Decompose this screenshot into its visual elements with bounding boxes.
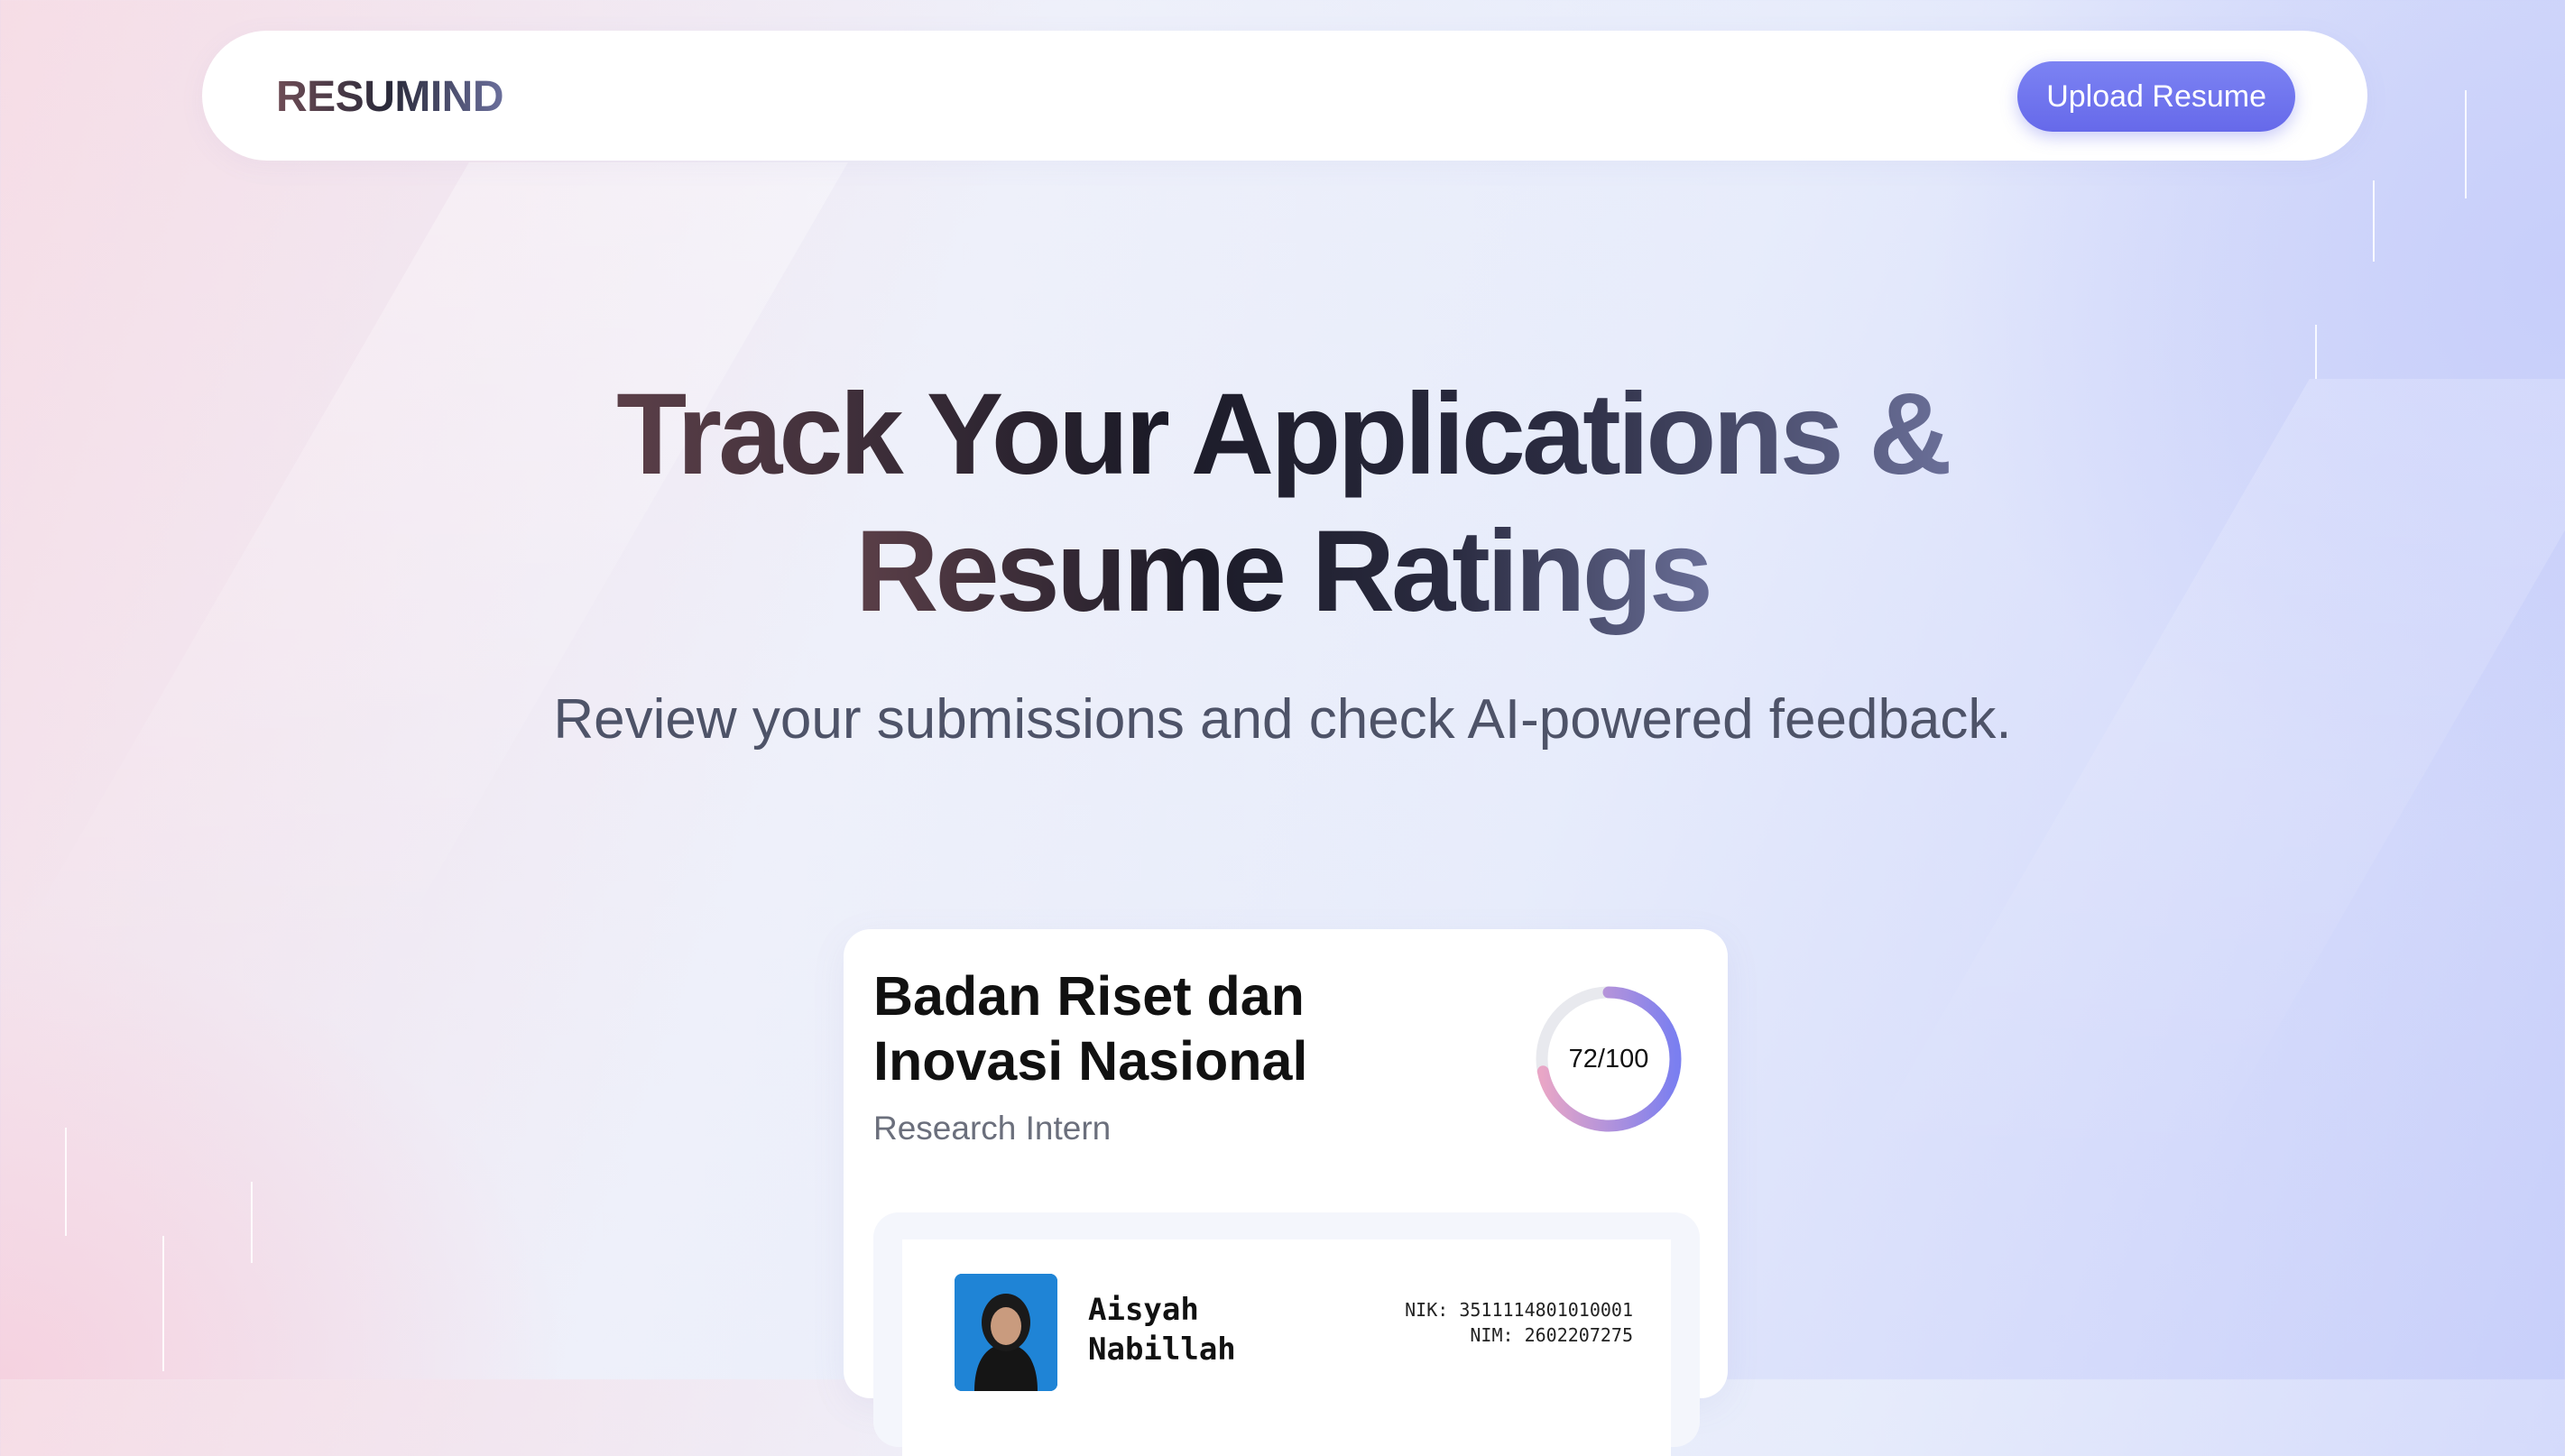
applicant-nik: NIK: 3511114801010001 (1405, 1299, 1633, 1321)
applicant-name: Aisyah Nabillah (1088, 1292, 1236, 1368)
resume-preview-page: Aisyah Nabillah NIK: 3511114801010001 NI… (902, 1239, 1671, 1456)
hero-title-line-2: Resume Ratings (855, 507, 1713, 636)
background-streak (162, 1236, 164, 1371)
hero-subtitle: Review your submissions and check AI-pow… (553, 688, 2012, 751)
company-name: Badan Riset dan Inovasi Nasional (873, 965, 1308, 1092)
resume-preview[interactable]: Aisyah Nabillah NIK: 3511114801010001 NI… (873, 1212, 1700, 1456)
hero-title-line-1: Track Your Applications & (616, 370, 1952, 499)
background-streak (251, 1182, 253, 1263)
applicant-nim: NIM: 2602207275 (1470, 1324, 1633, 1346)
top-navbar: RESUMIND Upload Resume (202, 31, 2367, 161)
applicant-photo-graphic (955, 1274, 1057, 1391)
background-streak (2373, 180, 2375, 262)
upload-resume-button[interactable]: Upload Resume (2017, 61, 2295, 132)
applicant-ids: NIK: 3511114801010001 NIM: 2602207275 (1405, 1297, 1633, 1348)
job-role: Research Intern (873, 1110, 1112, 1147)
background-streak (65, 1128, 67, 1236)
score-ring: 72/100 (1533, 983, 1684, 1135)
applicant-photo (955, 1274, 1057, 1391)
hero-title: Track Your Applications & Resume Ratings (0, 366, 2565, 640)
background-streak (2465, 90, 2467, 198)
score-text: 72/100 (1568, 1044, 1649, 1074)
brand-logo[interactable]: RESUMIND (276, 72, 504, 122)
application-card[interactable]: Badan Riset dan Inovasi Nasional Researc… (844, 929, 1728, 1456)
